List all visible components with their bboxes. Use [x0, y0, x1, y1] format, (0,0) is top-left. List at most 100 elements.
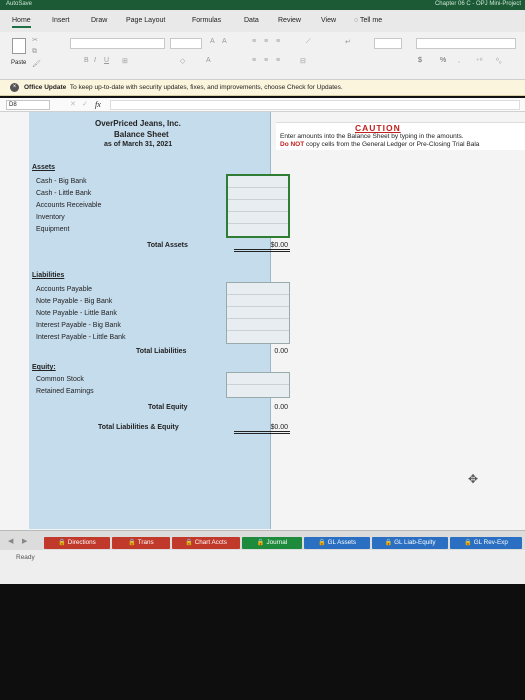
cancel-icon[interactable]: ✕: [70, 100, 76, 108]
sheet-tab-label: Chart Accts: [194, 539, 227, 546]
input-cell[interactable]: [227, 283, 289, 295]
equity-input-cells[interactable]: [226, 372, 290, 398]
decrease-font-icon[interactable]: A: [222, 38, 227, 45]
increase-font-icon[interactable]: A: [210, 38, 215, 45]
orientation-icon[interactable]: ⟋: [306, 38, 311, 46]
align-center-icon[interactable]: ≡: [264, 57, 268, 64]
formula-input[interactable]: [110, 100, 520, 110]
tab-draw[interactable]: Draw: [91, 17, 107, 24]
ribbon: Paste ✂ ⧉ 🖌 B I U ⊞ ◇ A A A ≡ ≡ ≡ ≡ ≡ ≡ …: [0, 32, 525, 80]
tab-home[interactable]: Home: [12, 17, 31, 28]
number-format-select[interactable]: [374, 38, 402, 49]
input-cell[interactable]: [227, 385, 289, 397]
sheet-tab-gl-liab-equity[interactable]: 🔒 GL Liab-Equity: [372, 537, 448, 549]
asset-label: Cash - Little Bank: [36, 190, 92, 197]
copy-icon[interactable]: ⧉: [32, 48, 37, 56]
currency-icon[interactable]: $: [418, 57, 422, 64]
input-cell[interactable]: [227, 319, 289, 331]
cut-icon[interactable]: ✂: [32, 36, 38, 44]
tab-insert[interactable]: Insert: [52, 17, 70, 24]
liabilities-input-cells[interactable]: [226, 282, 290, 344]
font-color-icon[interactable]: A: [206, 57, 211, 64]
tab-view[interactable]: View: [321, 17, 336, 24]
status-text: Ready: [16, 554, 35, 561]
name-box[interactable]: D8: [6, 100, 50, 110]
tab-review[interactable]: Review: [278, 17, 301, 24]
company-name: OverPriced Jeans, Inc.: [95, 119, 181, 128]
sheet-tab-label: GL Rev-Exp: [473, 539, 508, 546]
paste-icon[interactable]: [12, 38, 26, 54]
wrap-text-icon[interactable]: ↵: [345, 38, 351, 46]
align-top-icon[interactable]: ≡: [252, 38, 256, 45]
ribbon-tabs: Home Insert Draw Page Layout Formulas Da…: [0, 10, 525, 32]
close-icon[interactable]: ×: [10, 83, 19, 92]
sheet-tab-trans[interactable]: 🔒 Trans: [112, 537, 170, 549]
message-bar-label: Office Update: [24, 84, 67, 91]
italic-icon[interactable]: I: [94, 57, 96, 64]
percent-icon[interactable]: %: [440, 57, 446, 64]
align-middle-icon[interactable]: ≡: [264, 38, 268, 45]
sheet-tab-directions[interactable]: 🔒 Directions: [44, 537, 110, 549]
align-bottom-icon[interactable]: ≡: [276, 38, 280, 45]
decrease-decimal-icon[interactable]: ⁰₀: [496, 57, 502, 65]
number-format-box[interactable]: [416, 38, 516, 49]
message-bar: × Office Update To keep up-to-date with …: [0, 80, 525, 96]
lock-icon: 🔒: [58, 539, 68, 546]
font-name-select[interactable]: [70, 38, 165, 49]
comma-style-icon[interactable]: ,: [458, 57, 460, 64]
align-left-icon[interactable]: ≡: [252, 57, 256, 64]
total-equity-label: Total Equity: [148, 404, 188, 411]
bold-icon[interactable]: B: [84, 57, 89, 64]
merge-icon[interactable]: ⊟: [300, 57, 306, 65]
asset-label: Accounts Receivable: [36, 202, 102, 209]
equity-label: Retained Earnings: [36, 388, 94, 395]
input-cell[interactable]: [228, 188, 288, 200]
paste-label[interactable]: Paste: [11, 60, 26, 66]
scroll-left-icon[interactable]: ◀: [8, 537, 13, 545]
underline-icon[interactable]: U: [104, 57, 109, 64]
input-cell[interactable]: [227, 295, 289, 307]
assets-input-cells[interactable]: [226, 174, 290, 238]
total-liabilities-value: 0.00: [274, 348, 288, 355]
fx-label[interactable]: fx: [95, 100, 101, 109]
tab-page-layout[interactable]: Page Layout: [126, 17, 165, 24]
format-painter-icon[interactable]: 🖌: [32, 60, 41, 68]
liability-label: Note Payable - Big Bank: [36, 298, 113, 305]
increase-decimal-icon[interactable]: ⁺⁰: [476, 57, 483, 65]
monitor-bezel: [0, 584, 525, 700]
sheet-tab-journal[interactable]: 🔒 Journal: [242, 537, 302, 549]
input-cell[interactable]: [228, 212, 288, 224]
input-cell[interactable]: [227, 373, 289, 385]
sheet-tab-label: Trans: [137, 539, 154, 546]
sheet-tab-gl-assets[interactable]: 🔒 GL Assets: [304, 537, 370, 549]
input-cell[interactable]: [227, 307, 289, 319]
sheet-tab-gl-rev-exp[interactable]: 🔒 GL Rev-Exp: [450, 537, 522, 549]
input-cell[interactable]: [228, 176, 288, 188]
assets-heading: Assets: [32, 164, 55, 171]
lock-icon: 🔒: [185, 539, 195, 546]
equity-heading: Equity:: [32, 364, 56, 371]
autosave-label[interactable]: AutoSave: [6, 1, 32, 7]
borders-icon[interactable]: ⊞: [122, 57, 128, 65]
input-cell[interactable]: [228, 224, 288, 236]
align-right-icon[interactable]: ≡: [276, 57, 280, 64]
message-bar-body: To keep up-to-date with security updates…: [69, 84, 343, 91]
enter-icon[interactable]: ✓: [82, 100, 88, 108]
scroll-right-icon[interactable]: ▶: [22, 537, 27, 545]
lock-icon: 🔒: [384, 539, 395, 546]
sheet-tab-chart-accts[interactable]: 🔒 Chart Accts: [172, 537, 240, 549]
font-size-select[interactable]: [170, 38, 202, 49]
liability-label: Interest Payable - Little Bank: [36, 334, 126, 341]
report-date: as of March 31, 2021: [104, 141, 173, 148]
tell-me-box[interactable]: ◌ Tell me: [354, 17, 382, 24]
liabilities-heading: Liabilities: [32, 272, 65, 279]
report-title: Balance Sheet: [114, 130, 169, 139]
tab-data[interactable]: Data: [244, 17, 259, 24]
fill-color-icon[interactable]: ◇: [180, 57, 185, 65]
caution-emphasis: Do NOT: [280, 141, 305, 148]
worksheet[interactable]: OverPriced Jeans, Inc. Balance Sheet as …: [0, 112, 525, 530]
input-cell[interactable]: [227, 331, 289, 343]
input-cell[interactable]: [228, 200, 288, 212]
liability-label: Interest Payable - Big Bank: [36, 322, 121, 329]
tab-formulas[interactable]: Formulas: [192, 17, 221, 24]
